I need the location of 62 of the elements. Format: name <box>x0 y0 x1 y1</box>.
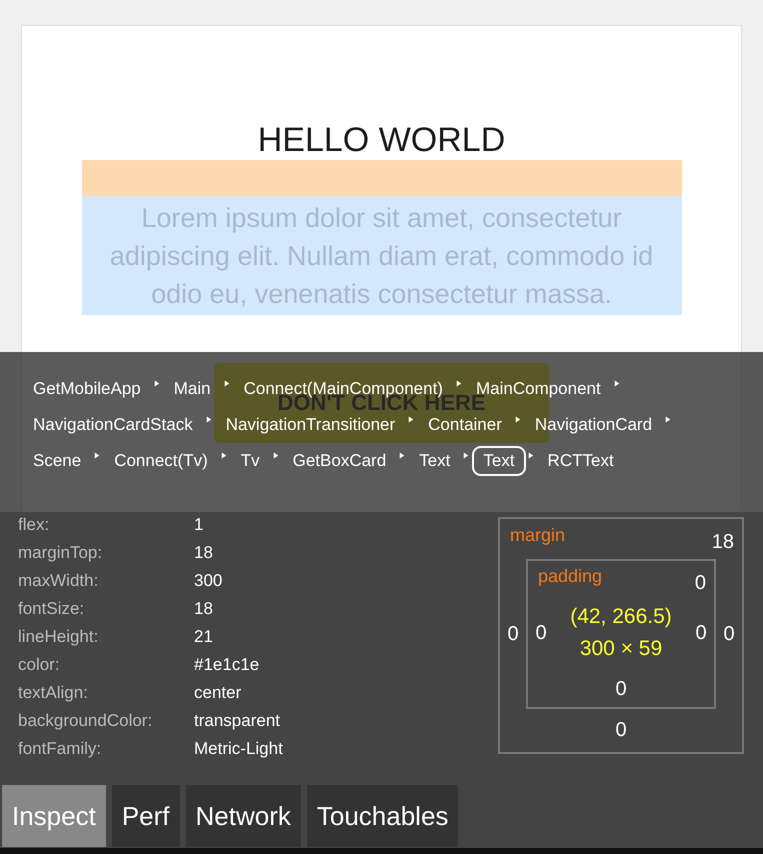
tab[interactable]: Touchables <box>306 785 458 847</box>
padding-left-value: 0 <box>535 622 547 644</box>
property-value: 18 <box>194 598 214 620</box>
property-value: center <box>194 682 242 704</box>
breadcrumb-item[interactable]: NavigationTransitioner <box>214 410 406 440</box>
padding-label: padding <box>538 566 602 588</box>
triangle-icon <box>399 452 406 458</box>
property-name: fontSize: <box>18 598 86 620</box>
breadcrumb-item[interactable]: Connect(Tv) <box>103 446 219 476</box>
property-name: lineHeight: <box>18 626 100 648</box>
property-name: textAlign: <box>18 682 89 704</box>
triangle-icon <box>463 452 470 458</box>
triangle-icon <box>408 416 414 422</box>
padding-top-value: 0 <box>694 572 706 595</box>
triangle-icon <box>514 416 521 422</box>
triangle-icon <box>206 416 212 422</box>
property-name: flex: <box>18 514 50 536</box>
breadcrumb-item[interactable]: Container <box>417 410 513 440</box>
property-name: maxWidth: <box>18 570 100 592</box>
property-value: 1 <box>194 514 204 536</box>
triangle-icon <box>94 452 100 458</box>
property-name: backgroundColor: <box>18 710 154 732</box>
property-value: 18 <box>194 542 214 564</box>
margin-label: margin <box>510 525 566 547</box>
property-value: #1e1c1e <box>194 654 260 676</box>
position-text: (42, 266.5) <box>570 604 672 630</box>
property-value: Metric-Light <box>194 738 284 760</box>
padding-right-value: 0 <box>695 622 707 644</box>
property-name: fontFamily: <box>18 738 102 760</box>
size-text: 300 × 59 <box>580 636 662 662</box>
padding-bottom-value: 0 <box>615 678 627 700</box>
triangle-icon <box>272 452 279 458</box>
breadcrumb-item[interactable]: RCTText <box>536 446 625 476</box>
margin-right-value: 0 <box>723 622 735 646</box>
tab[interactable]: Perf <box>112 785 180 847</box>
tab[interactable]: Inspect <box>2 785 106 847</box>
property-value: transparent <box>194 710 281 732</box>
triangle-icon <box>224 380 230 386</box>
triangle-icon <box>154 380 160 386</box>
property-name: color: <box>18 654 61 676</box>
breadcrumb-item[interactable]: GetBoxCard <box>282 446 398 476</box>
heading-text: HELLO WORLD <box>258 120 506 160</box>
breadcrumb-item[interactable]: Main <box>162 374 222 404</box>
tab[interactable]: Network <box>186 785 301 847</box>
property-value: 21 <box>194 626 214 648</box>
breadcrumb-item[interactable]: Tv <box>230 446 271 476</box>
margin-bottom-value: 0 <box>615 719 627 742</box>
margin-top-value: 18 <box>712 531 734 555</box>
breadcrumb-item[interactable]: GetMobileApp <box>22 374 152 404</box>
triangle-icon <box>614 380 620 386</box>
triangle-icon <box>665 416 672 422</box>
breadcrumb-item[interactable]: Text <box>408 446 462 476</box>
breadcrumb-item[interactable]: NavigationCardStack <box>22 410 204 440</box>
breadcrumb-item[interactable]: NavigationCard <box>524 410 664 440</box>
triangle-icon <box>220 452 227 458</box>
triangle-icon <box>528 452 534 458</box>
property-name: marginTop: <box>18 542 104 564</box>
margin-left-value: 0 <box>507 622 519 646</box>
triangle-icon <box>456 380 462 386</box>
breadcrumb-item[interactable]: Scene <box>22 446 92 476</box>
property-value: 300 <box>194 570 224 592</box>
breadcrumb-item[interactable]: Text <box>472 446 526 476</box>
